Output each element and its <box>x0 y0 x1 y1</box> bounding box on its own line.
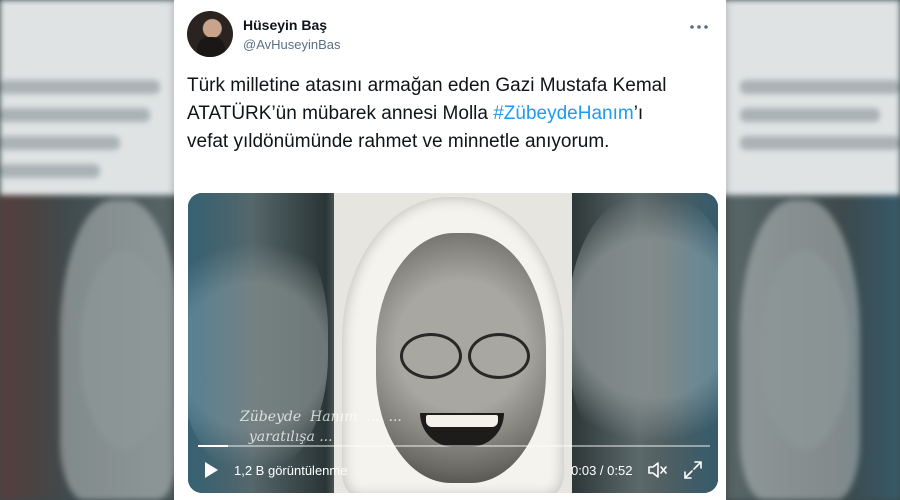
more-options-button[interactable] <box>687 15 711 39</box>
mute-button[interactable] <box>646 459 668 481</box>
blurred-tint-left <box>0 195 70 500</box>
blurred-text-line <box>740 80 900 94</box>
blurred-text-line <box>0 108 150 122</box>
blurred-text-line <box>740 136 900 150</box>
video-controls: 1,2 B görüntülenme 0:03 / 0:52 <box>188 455 718 485</box>
volume-muted-icon <box>648 462 667 478</box>
author-name[interactable]: Hüseyin Baş <box>243 17 327 33</box>
tweet-card: Hüseyin Baş @AvHuseyinBas Türk milletine… <box>174 0 726 500</box>
video-tint-left <box>188 193 258 493</box>
blurred-text-line <box>0 80 160 94</box>
blurred-figure <box>80 250 170 450</box>
video-portrait <box>334 193 572 493</box>
blurred-text-line <box>740 108 880 122</box>
more-horizontal-icon <box>690 25 708 29</box>
avatar[interactable] <box>187 11 233 57</box>
video-tint-right <box>658 193 718 493</box>
blurred-tint-right <box>840 195 900 500</box>
tweet-header: Hüseyin Baş @AvHuseyinBas <box>187 11 717 61</box>
hashtag-link[interactable]: #ZübeydeHanım <box>493 103 633 124</box>
video-progress-bar[interactable] <box>198 445 710 447</box>
fullscreen-button[interactable] <box>682 459 704 481</box>
video-time: 0:03 / 0:52 <box>571 463 633 478</box>
blurred-text-line <box>0 164 100 178</box>
portrait-headscarf <box>342 197 564 493</box>
glasses-lens-left <box>400 333 462 379</box>
play-button[interactable] <box>202 461 220 479</box>
tweet-text: Türk milletine atasını armağan eden Gazi… <box>187 72 687 156</box>
play-icon <box>205 462 218 478</box>
view-count: 1,2 B görüntülenme <box>234 463 348 478</box>
portrait-smile <box>420 413 504 447</box>
fullscreen-icon <box>684 461 702 479</box>
video-player[interactable]: Zübeyde Hanım ... ... yaratılışa ... 1,2… <box>188 193 718 493</box>
video-progress-fill <box>198 445 228 447</box>
blurred-figure <box>760 250 850 450</box>
blurred-text-line <box>0 136 120 150</box>
glasses-lens-right <box>468 333 530 379</box>
author-handle[interactable]: @AvHuseyinBas <box>243 37 341 52</box>
